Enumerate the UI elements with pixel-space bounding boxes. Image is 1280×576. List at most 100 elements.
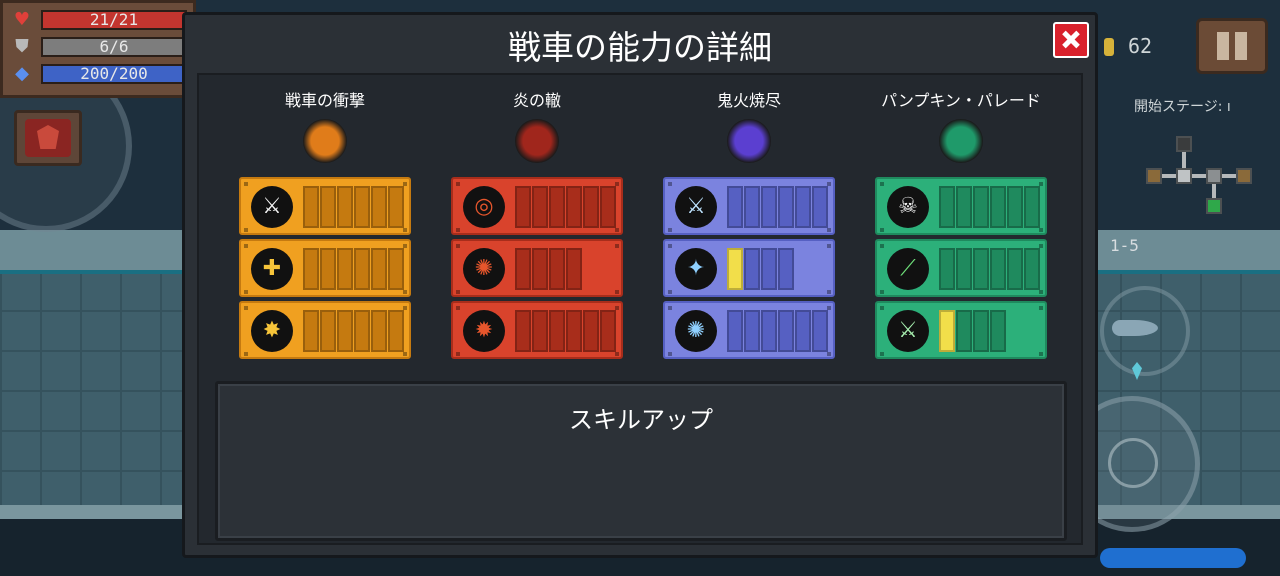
skill-upgrade-row[interactable]: ⚔ bbox=[875, 301, 1047, 359]
skill-level-empty bbox=[583, 310, 599, 352]
fish-weapon-icon[interactable] bbox=[1112, 320, 1158, 336]
rivet bbox=[403, 290, 407, 294]
redaction-mark bbox=[1100, 548, 1246, 568]
skill-level-empty bbox=[303, 186, 319, 228]
skill-level-empty bbox=[795, 186, 811, 228]
skill-level-empty bbox=[973, 186, 989, 228]
skill-level-empty bbox=[600, 186, 616, 228]
skill-upgrade-row[interactable]: ✸ bbox=[239, 301, 411, 359]
minimap-room bbox=[1236, 168, 1252, 184]
skill-glyph: ✺ bbox=[686, 318, 706, 343]
rivet bbox=[1039, 228, 1043, 232]
rivet bbox=[668, 306, 672, 310]
ability-title: 鬼火焼尽 bbox=[716, 91, 781, 110]
energy-crystal-icon: ◆ bbox=[15, 63, 29, 84]
skill-level-empty bbox=[778, 310, 794, 352]
skill-glyph: ⚔ bbox=[898, 318, 918, 343]
skill-level-empty bbox=[320, 310, 336, 352]
skill-level-empty bbox=[532, 248, 548, 290]
minimap-room bbox=[1206, 168, 1222, 184]
skill-upgrade-row[interactable]: ◎ bbox=[451, 177, 623, 235]
rivet bbox=[403, 244, 407, 248]
crosshair-icon bbox=[1108, 438, 1158, 488]
boss-portrait-button[interactable] bbox=[14, 110, 82, 166]
rivet bbox=[827, 306, 831, 310]
pause-icon bbox=[1217, 32, 1229, 60]
rivet bbox=[1039, 290, 1043, 294]
skill-level-empty bbox=[354, 248, 370, 290]
rivet bbox=[244, 290, 248, 294]
level-label: 1-5 bbox=[1110, 236, 1139, 255]
rivet bbox=[244, 228, 248, 232]
ability-emblem-icon bbox=[939, 119, 983, 163]
skill-upgrade-row[interactable]: ✦ bbox=[663, 239, 835, 297]
skill-level-empty bbox=[515, 186, 531, 228]
ghost-orb-icon: ✺ bbox=[675, 310, 717, 352]
rivet bbox=[1039, 352, 1043, 356]
skill-level-empty bbox=[583, 186, 599, 228]
skill-level-empty bbox=[320, 248, 336, 290]
rivet bbox=[1039, 244, 1043, 248]
skill-level-empty bbox=[761, 248, 777, 290]
ghost-sword-icon: ⚔ bbox=[675, 186, 717, 228]
rivet bbox=[244, 306, 248, 310]
skill-level-empty bbox=[337, 248, 353, 290]
info-box: スキルアップ bbox=[215, 381, 1067, 541]
skill-glyph: ✹ bbox=[474, 318, 494, 343]
skill-level-empty bbox=[549, 186, 565, 228]
skill-level-empty bbox=[1024, 248, 1040, 290]
skill-level-empty bbox=[337, 310, 353, 352]
skill-upgrade-row[interactable]: ✺ bbox=[451, 239, 623, 297]
skill-level-empty bbox=[727, 186, 743, 228]
skill-upgrade-row[interactable]: ✹ bbox=[451, 301, 623, 359]
hp-value: 21/21 bbox=[41, 10, 187, 30]
skill-level-empty bbox=[744, 248, 760, 290]
skill-upgrade-row[interactable]: ⟋ bbox=[875, 239, 1047, 297]
heart-icon: ♥ bbox=[13, 9, 31, 30]
skill-level-empty bbox=[778, 248, 794, 290]
ability-details-modal: 戦車の能力の詳細 戦車の衝撃 ⚔ ✚ ✸ 炎の轍 ◎ ✺ ✹ 鬼火焼尽 ⚔ ✦ ✺ パンプキン・パレード… bbox=[182, 12, 1098, 558]
rivet bbox=[668, 352, 672, 356]
skill-level-empty bbox=[795, 310, 811, 352]
rivet bbox=[615, 352, 619, 356]
skill-level-empty bbox=[354, 186, 370, 228]
green-sword-icon: ⚔ bbox=[887, 310, 929, 352]
pause-button[interactable] bbox=[1196, 18, 1268, 74]
armor-row: ⛊ 6/6 bbox=[9, 36, 189, 58]
skill-glyph: ✸ bbox=[262, 318, 282, 343]
rivet bbox=[456, 228, 460, 232]
fire-swirl-icon: ◎ bbox=[463, 186, 505, 228]
skill-upgrade-row[interactable]: ✚ bbox=[239, 239, 411, 297]
coin-icon bbox=[1104, 38, 1114, 56]
minimap-corridor bbox=[1160, 174, 1244, 178]
skill-glyph: ⚔ bbox=[262, 194, 282, 219]
fire-spread-icon: ✺ bbox=[463, 248, 505, 290]
skill-level-empty bbox=[956, 248, 972, 290]
skill-level-empty bbox=[566, 186, 582, 228]
rivet bbox=[827, 244, 831, 248]
skill-upgrade-row[interactable]: ✺ bbox=[663, 301, 835, 359]
rivet bbox=[456, 352, 460, 356]
skill-upgrade-row[interactable]: ☠ bbox=[875, 177, 1047, 235]
stage-label: 開始ステージ: ı bbox=[1134, 99, 1231, 115]
close-button[interactable] bbox=[1053, 22, 1089, 58]
fire-burst-icon: ✹ bbox=[463, 310, 505, 352]
minimap-room bbox=[1146, 168, 1162, 184]
skill-level-empty bbox=[532, 186, 548, 228]
burst-icon: ✸ bbox=[251, 310, 293, 352]
skill-level-empty bbox=[744, 310, 760, 352]
skill-level-empty bbox=[566, 310, 582, 352]
skill-upgrade-row[interactable]: ⚔ bbox=[663, 177, 835, 235]
rivet bbox=[403, 352, 407, 356]
green-blade-icon: ⟋ bbox=[887, 248, 929, 290]
rivet bbox=[1039, 182, 1043, 186]
skill-level-empty bbox=[727, 310, 743, 352]
skill-level-empty bbox=[956, 186, 972, 228]
skill-level-filled bbox=[727, 248, 743, 290]
skill-level-empty bbox=[990, 248, 1006, 290]
skill-upgrade-row[interactable]: ⚔ bbox=[239, 177, 411, 235]
rivet bbox=[615, 228, 619, 232]
skill-glyph: ☠ bbox=[898, 194, 918, 219]
skill-level-empty bbox=[812, 186, 828, 228]
minimap-room-current bbox=[1176, 168, 1192, 184]
